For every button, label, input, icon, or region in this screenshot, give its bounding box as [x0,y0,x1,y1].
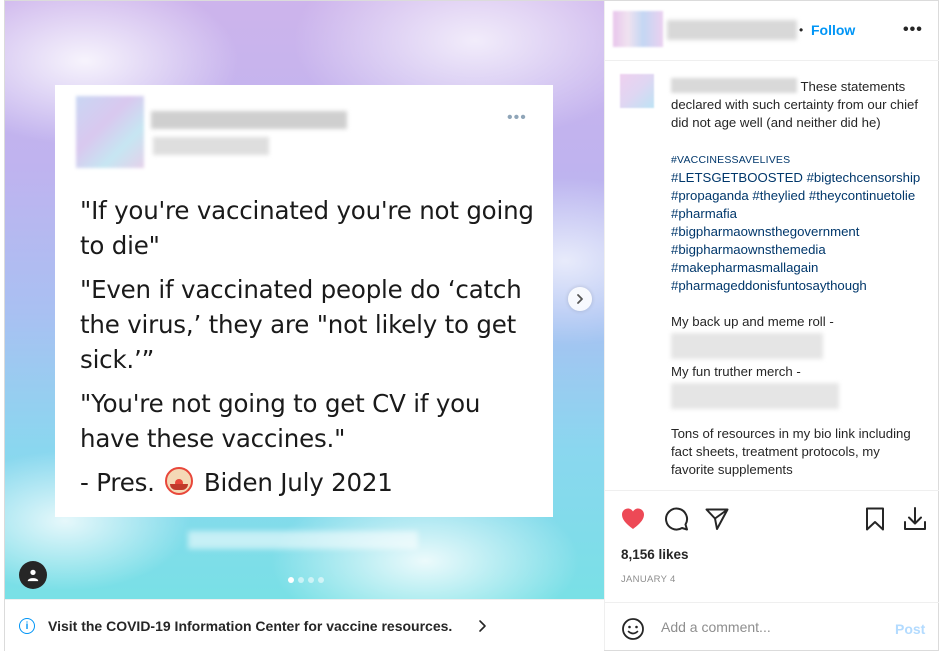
comment-input[interactable] [661,619,881,635]
separator-dot: • [799,23,804,37]
carousel-dot [318,577,324,583]
post-header: • Follow ••• [605,1,939,61]
hashtag-link[interactable]: #propaganda [671,188,749,203]
author-avatar-blurred[interactable] [613,11,663,47]
post-comment-button[interactable]: Post [895,621,925,637]
download-icon[interactable] [901,505,929,533]
covid-banner-text[interactable]: Visit the COVID-19 Information Center fo… [48,618,452,634]
hashtag-link[interactable]: #makepharmasmallagain [671,260,818,275]
chevron-right-icon [577,294,583,304]
caption-body: These statements declared with such cert… [671,78,923,479]
caption-text-block: These statements declared with such cert… [671,78,923,132]
signature-prefix: - Pres. [80,468,155,497]
heart-icon[interactable] [619,505,647,533]
tweet-text: "If you're vaccinated you're not going t… [80,193,540,509]
signature-suffix: Biden July 2021 [203,468,393,497]
tweet-quote-2: "Even if vaccinated people do ‘catch the… [80,275,522,374]
caption-area: These statements declared with such cert… [605,62,939,490]
post-dialog: ••• "If you're vaccinated you're not goi… [4,0,939,651]
hashtag-link[interactable]: #theylied [752,188,805,203]
comment-icon[interactable] [662,505,690,533]
bookmark-icon[interactable] [861,505,889,533]
author-username-blurred[interactable] [667,20,797,40]
info-icon: i [19,618,35,634]
backup-line: My back up and meme roll - [671,314,834,329]
chevron-right-icon[interactable] [475,619,489,633]
hashtag-link[interactable]: #VACCINESSAVELIVES [671,154,790,166]
carousel-dot [298,577,304,583]
hashtag-link[interactable]: #theycontinuetolie [809,188,915,203]
tweet-name-blurred [151,111,347,129]
tweet-quote-1: "If you're vaccinated you're not going t… [80,196,534,260]
follow-button[interactable]: Follow [811,22,855,38]
resources-line: Tons of resources in my bio link includi… [671,426,911,477]
carousel-dot [288,577,294,583]
hashtag-link[interactable]: #bigtechcensorship [807,170,921,185]
hashtag-link[interactable]: #pharmageddonisfuntosaythough [671,278,867,293]
tweet-signature: - Pres. Biden July 2021 [80,465,540,500]
comment-box: Post [605,602,939,650]
caption-avatar-blurred[interactable] [620,74,654,108]
hashtag-link[interactable]: #bigpharmaownsthegovernment [671,224,859,239]
tweet-quote-3: "You're not going to get CV if you have … [80,389,481,453]
caption-username-blurred[interactable] [671,78,797,93]
watermark-blurred [188,531,418,549]
hashtag-link[interactable]: #pharmafia [671,206,737,221]
post-side-panel: • Follow ••• These statements declared w… [604,1,939,650]
backup-link-blurred[interactable] [671,333,823,359]
person-icon [27,569,39,582]
merch-line: My fun truther merch - [671,364,801,379]
more-options-icon[interactable]: ••• [903,21,923,39]
tweet-avatar-blurred [76,96,144,168]
post-media[interactable]: ••• "If you're vaccinated you're not goi… [5,1,604,599]
tweet-handle-blurred [153,137,269,155]
tweet-more-icon: ••• [507,109,527,126]
clown-emoji-icon [165,467,194,495]
emoji-icon[interactable] [621,617,645,641]
tagged-users-button[interactable] [19,561,47,589]
post-date[interactable]: JANUARY 4 [621,574,676,585]
likes-count[interactable]: 8,156 likes [621,547,689,562]
carousel-dot [308,577,314,583]
carousel-indicator [288,577,324,583]
covid-info-banner[interactable]: i Visit the COVID-19 Information Center … [5,599,604,651]
merch-link-blurred[interactable] [671,383,839,409]
carousel-next-button[interactable] [568,287,592,311]
hashtag-list: #VACCINESSAVELIVES #LETSGETBOOSTED #bigt… [671,150,923,295]
hashtag-link[interactable]: #LETSGETBOOSTED [671,170,803,185]
action-bar: 8,156 likes JANUARY 4 [605,490,939,602]
hashtag-link[interactable]: #bigpharmaownsthemedia [671,242,826,257]
share-icon[interactable] [703,505,731,533]
tweet-screenshot: ••• "If you're vaccinated you're not goi… [55,85,553,517]
